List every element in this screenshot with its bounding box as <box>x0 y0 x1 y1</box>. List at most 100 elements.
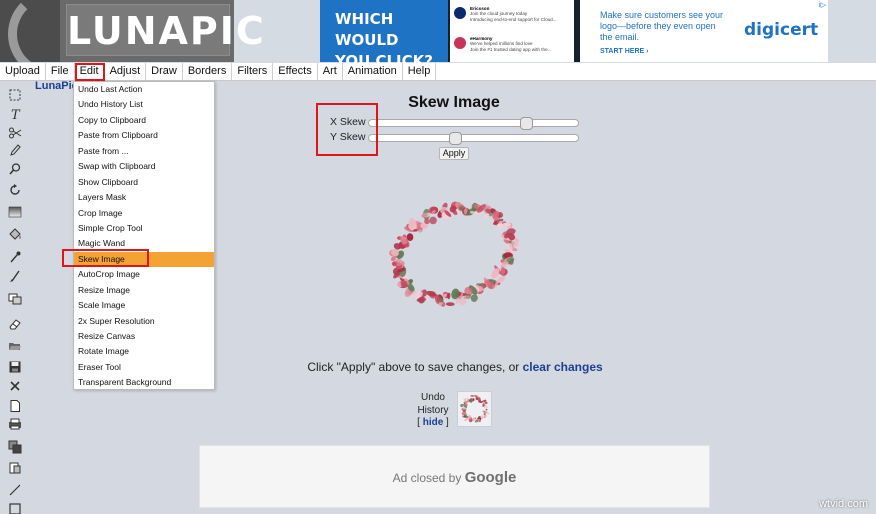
menu-item-transparent-background[interactable]: Transparent Background <box>74 375 214 390</box>
eharmony-logo-icon <box>454 37 466 49</box>
notification-line1: We've helped millions find love <box>470 41 533 47</box>
logo-wordmark: LUNAPIC <box>66 4 264 56</box>
menu-draw[interactable]: Draw <box>146 63 183 81</box>
menu-help[interactable]: Help <box>403 63 437 81</box>
notification-title: eHarmony <box>470 36 493 41</box>
open-folder-icon[interactable] <box>8 339 22 353</box>
menu-item-simple-crop-tool[interactable]: Simple Crop Tool <box>74 221 214 236</box>
ad-cta-link[interactable]: START HERE › <box>600 48 648 55</box>
menu-filters[interactable]: Filters <box>232 63 274 81</box>
magnifier-icon[interactable] <box>8 162 22 176</box>
menu-item-copy-to-clipboard[interactable]: Copy to Clipboard <box>74 113 214 128</box>
text-icon[interactable]: T <box>8 107 22 121</box>
menu-item-scale-image[interactable]: Scale Image <box>74 298 214 313</box>
undo-label-line1: Undo <box>421 392 445 403</box>
close-icon[interactable] <box>8 379 22 393</box>
paint-bucket-icon[interactable] <box>8 227 22 241</box>
menu-animation[interactable]: Animation <box>343 63 403 81</box>
ad-choices-icon[interactable]: i▷ <box>819 1 826 9</box>
paste-icon[interactable] <box>8 461 22 475</box>
ad-notification: eHarmony We've helped millions find love… <box>454 35 570 61</box>
ad-banner-left[interactable]: WHICH WOULD YOU CLICK? <box>320 0 448 70</box>
rectangle-icon[interactable] <box>8 502 22 514</box>
save-icon[interactable] <box>8 360 22 374</box>
y-skew-slider[interactable] <box>368 132 579 145</box>
menu-item-swap-with-clipboard[interactable]: Swap with Clipboard <box>74 159 214 174</box>
ad-banner-right[interactable]: Make sure customers see your logo—before… <box>580 0 828 62</box>
copy-layers-icon[interactable] <box>8 440 22 454</box>
ericsson-logo-icon <box>454 7 466 19</box>
line-icon[interactable] <box>8 483 22 497</box>
menu-edit[interactable]: Edit <box>74 63 105 81</box>
flower-petal <box>429 216 437 225</box>
ad-text: Make sure customers see your logo—before… <box>600 10 724 42</box>
watermark: wtvid.com <box>819 498 868 510</box>
notification-title: Ericsson <box>470 6 490 11</box>
scissors-icon[interactable] <box>8 126 22 140</box>
menu-borders[interactable]: Borders <box>183 63 233 81</box>
menu-item-2x-super-resolution[interactable]: 2x Super Resolution <box>74 314 214 329</box>
clear-changes-link[interactable]: clear changes <box>523 360 603 374</box>
menu-effects[interactable]: Effects <box>273 63 318 81</box>
eraser-icon[interactable] <box>8 317 22 331</box>
rotate-icon[interactable] <box>8 183 22 197</box>
undo-history-label: Undo History [ hide ] <box>412 392 454 430</box>
menu-item-resize-image[interactable]: Resize Image <box>74 283 214 298</box>
y-skew-label: Y Skew <box>330 131 366 143</box>
menu-item-crop-image[interactable]: Crop Image <box>74 206 214 221</box>
lunapic-logo[interactable]: LUNAPIC <box>0 0 264 62</box>
menu-item-undo-history-list[interactable]: Undo History List <box>74 97 214 112</box>
menu-item-undo-last-action[interactable]: Undo Last Action <box>74 82 214 97</box>
undo-label-line2: History <box>417 404 449 416</box>
y-skew-row: Y Skew <box>324 131 584 145</box>
pencil-icon[interactable] <box>8 143 22 157</box>
ad-phone-mockup[interactable]: Ericsson Join the cloud journey today In… <box>448 0 580 62</box>
notification-line2: Introducing end-to-end support for Cloud… <box>470 16 557 22</box>
apply-instructions-text: Click "Apply" above to save changes, or <box>307 360 523 374</box>
apply-button[interactable]: Apply <box>439 147 469 160</box>
hide-history-link[interactable]: hide <box>423 417 444 428</box>
menu-item-eraser-tool[interactable]: Eraser Tool <box>74 360 214 375</box>
menu-item-magic-wand[interactable]: Magic Wand <box>74 236 214 251</box>
menu-adjust[interactable]: Adjust <box>105 63 147 81</box>
x-skew-slider[interactable] <box>368 117 579 130</box>
flower-petal <box>445 302 455 307</box>
menu-upload[interactable]: Upload <box>0 63 46 81</box>
gradient-icon[interactable] <box>8 205 22 219</box>
y-skew-slider-thumb[interactable] <box>449 132 462 145</box>
notification-line2: Join the #1 trusted dating app with the.… <box>470 46 552 52</box>
flower-petal <box>470 395 475 397</box>
menu-item-rotate-image[interactable]: Rotate Image <box>74 344 214 359</box>
tool-palette: T <box>0 81 30 514</box>
menu-item-resize-canvas[interactable]: Resize Canvas <box>74 329 214 344</box>
google-logo: Google <box>464 469 517 486</box>
tool-title: Skew Image <box>408 94 500 111</box>
ad-brand-logo: digicert <box>744 20 819 40</box>
new-page-icon[interactable] <box>8 399 22 413</box>
menu-item-paste-from-clipboard[interactable]: Paste from Clipboard <box>74 128 214 143</box>
menu-item-layers-mask[interactable]: Layers Mask <box>74 190 214 205</box>
flower-petal <box>463 398 467 402</box>
svg-text:T: T <box>11 108 21 121</box>
menu-item-skew-image[interactable]: Skew Image <box>74 251 214 268</box>
logo-swirl-icon <box>0 0 60 62</box>
ad-closed-text: Ad closed by <box>392 471 465 485</box>
apply-instructions: Click "Apply" above to save changes, or … <box>200 360 710 374</box>
undo-history-thumbnail[interactable] <box>457 391 492 427</box>
brush-icon[interactable] <box>8 269 22 283</box>
ad-closed-placeholder: Ad closed by Google <box>199 445 710 508</box>
marquee-select-icon[interactable] <box>8 88 22 102</box>
menu-file[interactable]: File <box>46 63 75 81</box>
x-skew-slider-thumb[interactable] <box>520 117 533 130</box>
lunapic-home-link[interactable]: LunaPic <box>35 80 78 92</box>
phone-screen: Ericsson Join the cloud journey today In… <box>450 0 574 62</box>
menu-art[interactable]: Art <box>318 63 343 81</box>
layers-icon[interactable] <box>8 292 22 306</box>
image-preview <box>389 201 520 307</box>
eyedropper-icon[interactable] <box>8 250 22 264</box>
print-icon[interactable] <box>8 417 22 431</box>
menu-item-paste-from[interactable]: Paste from ... <box>74 144 214 159</box>
menu-item-show-clipboard[interactable]: Show Clipboard <box>74 175 214 190</box>
menu-bar: Upload File Edit Adjust Draw Borders Fil… <box>0 63 876 81</box>
menu-item-autocrop-image[interactable]: AutoCrop Image <box>74 267 214 282</box>
